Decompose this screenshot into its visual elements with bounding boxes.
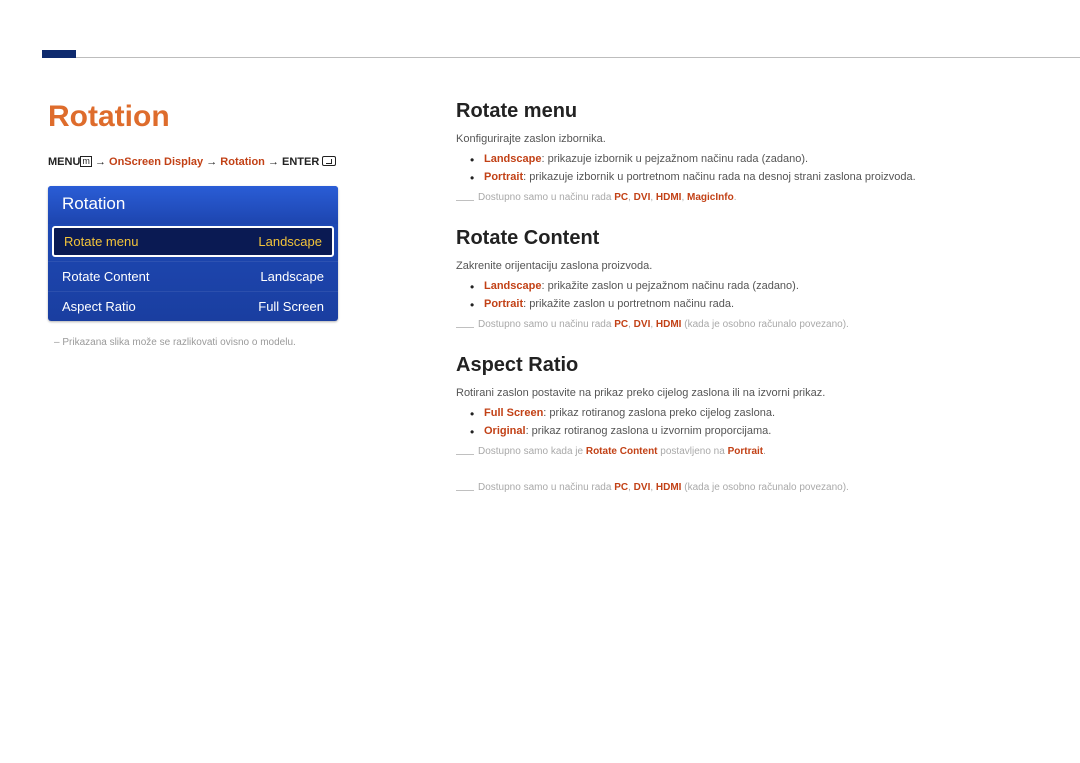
- option-desc: : prikažite zaslon u portretnom načinu r…: [523, 298, 734, 310]
- page-title: Rotation: [48, 100, 396, 134]
- footnote: Dostupno samo u načinu rada PC, DVI, HDM…: [456, 481, 1040, 495]
- section-aspect-ratio: Aspect Ratio Rotirani zaslon postavite n…: [456, 354, 1040, 495]
- option-desc: : prikazuje izbornik u portretnom načinu…: [523, 171, 916, 183]
- osd-row-value: Landscape: [258, 234, 322, 249]
- section-intro: Rotirani zaslon postavite na prikaz prek…: [456, 387, 1040, 399]
- osd-row-label: Rotate Content: [62, 269, 149, 284]
- enter-label: ENTER: [282, 156, 319, 168]
- option-desc: : prikaz rotiranog zaslona u izvornim pr…: [526, 425, 772, 437]
- osd-row-label: Aspect Ratio: [62, 299, 136, 314]
- image-caption: Prikazana slika može se razlikovati ovis…: [48, 337, 396, 348]
- option-desc: : prikazuje izbornik u pejzažnom načinu …: [541, 153, 808, 165]
- header-rule: [76, 57, 1080, 58]
- footnote-dash-icon: [456, 490, 474, 495]
- left-column: Rotation MENUm → OnScreen Display → Rota…: [48, 100, 396, 517]
- footnote-text: Dostupno samo u načinu rada PC, DVI, HDM…: [478, 318, 1040, 332]
- arrow-icon: →: [268, 156, 282, 168]
- option-key: Full Screen: [484, 407, 543, 419]
- section-intro: Konfigurirajte zaslon izbornika.: [456, 133, 1040, 145]
- footnote: Dostupno samo kada je Rotate Content pos…: [456, 445, 1040, 459]
- footnote-text: Dostupno samo kada je Rotate Content pos…: [478, 445, 1040, 459]
- option-item: Landscape: prikazuje izbornik u pejzažno…: [470, 153, 1040, 165]
- option-key: Portrait: [484, 171, 523, 183]
- osd-row[interactable]: Rotate menu Landscape: [52, 226, 334, 257]
- option-desc: : prikaz rotiranog zaslona preko cijelog…: [543, 407, 775, 419]
- osd-row[interactable]: Rotate Content Landscape: [48, 261, 338, 291]
- section-heading: Rotate menu: [456, 100, 1040, 123]
- arrow-icon: →: [95, 156, 109, 168]
- footnote-text: Dostupno samo u načinu rada PC, DVI, HDM…: [478, 481, 1040, 495]
- option-item: Portrait: prikažite zaslon u portretnom …: [470, 298, 1040, 310]
- footnote-text: Dostupno samo u načinu rada PC, DVI, HDM…: [478, 191, 1040, 205]
- option-desc: : prikažite zaslon u pejzažnom načinu ra…: [541, 280, 798, 292]
- osd-row-value: Full Screen: [258, 299, 324, 314]
- footnote: Dostupno samo u načinu rada PC, DVI, HDM…: [456, 191, 1040, 205]
- osd-title: Rotation: [48, 186, 338, 224]
- option-list: Landscape: prikažite zaslon u pejzažnom …: [470, 280, 1040, 310]
- option-item: Full Screen: prikaz rotiranog zaslona pr…: [470, 407, 1040, 419]
- footnote-dash-icon: [456, 327, 474, 332]
- crumb-rotation: Rotation: [220, 156, 265, 168]
- section-heading: Aspect Ratio: [456, 354, 1040, 377]
- header-accent: [42, 50, 76, 58]
- option-key: Landscape: [484, 280, 541, 292]
- menu-label: MENU: [48, 156, 80, 168]
- section-rotate-content: Rotate Content Zakrenite orijentaciju za…: [456, 227, 1040, 332]
- right-column: Rotate menu Konfigurirajte zaslon izborn…: [456, 100, 1040, 517]
- option-key: Landscape: [484, 153, 541, 165]
- section-heading: Rotate Content: [456, 227, 1040, 250]
- footnote-dash-icon: [456, 200, 474, 205]
- option-list: Landscape: prikazuje izbornik u pejzažno…: [470, 153, 1040, 183]
- page-content: Rotation MENUm → OnScreen Display → Rota…: [48, 100, 1040, 517]
- section-intro: Zakrenite orijentaciju zaslona proizvoda…: [456, 260, 1040, 272]
- option-list: Full Screen: prikaz rotiranog zaslona pr…: [470, 407, 1040, 437]
- section-rotate-menu: Rotate menu Konfigurirajte zaslon izborn…: [456, 100, 1040, 205]
- footnote-dash-icon: [456, 454, 474, 459]
- osd-row-label: Rotate menu: [64, 234, 138, 249]
- option-item: Original: prikaz rotiranog zaslona u izv…: [470, 425, 1040, 437]
- osd-row[interactable]: Aspect Ratio Full Screen: [48, 291, 338, 321]
- enter-icon: [322, 156, 336, 166]
- menu-path: MENUm → OnScreen Display → Rotation → EN…: [48, 156, 396, 168]
- option-key: Original: [484, 425, 526, 437]
- option-key: Portrait: [484, 298, 523, 310]
- menu-icon: m: [80, 156, 92, 167]
- footnote: Dostupno samo u načinu rada PC, DVI, HDM…: [456, 318, 1040, 332]
- arrow-icon: →: [206, 156, 220, 168]
- option-item: Portrait: prikazuje izbornik u portretno…: [470, 171, 1040, 183]
- osd-row-value: Landscape: [260, 269, 324, 284]
- osd-panel: Rotation Rotate menuLandscapeRotate Cont…: [48, 186, 338, 321]
- crumb-onscreen: OnScreen Display: [109, 156, 203, 168]
- option-item: Landscape: prikažite zaslon u pejzažnom …: [470, 280, 1040, 292]
